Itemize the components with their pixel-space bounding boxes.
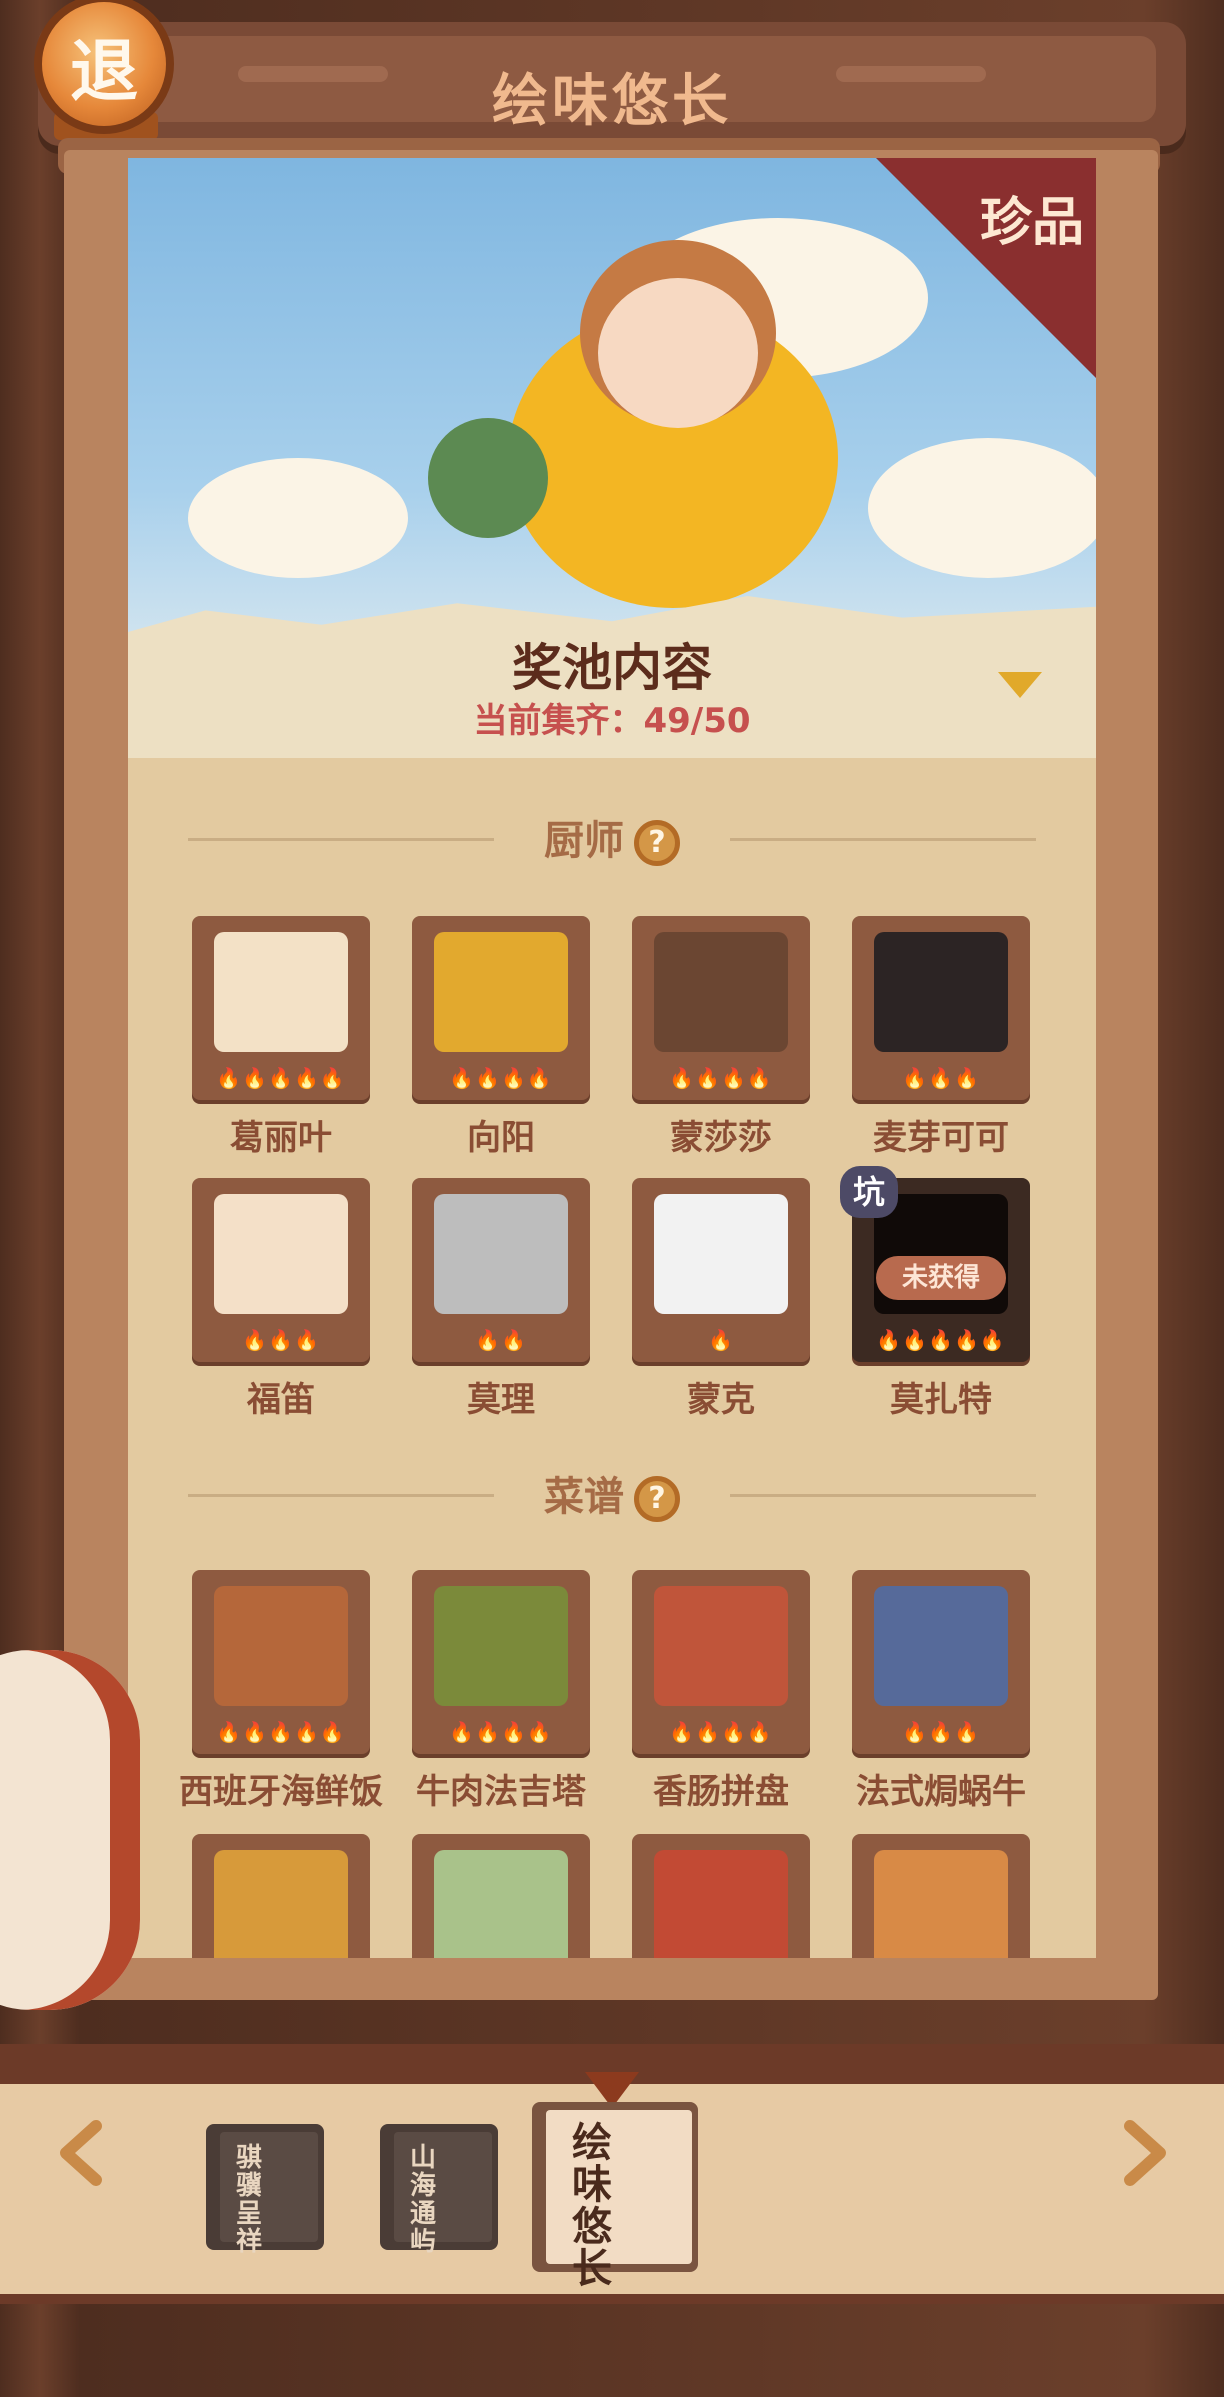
rarity-flames: 🔥🔥🔥🔥 — [669, 1720, 773, 1744]
chef-name: 福笛 — [247, 1380, 315, 1420]
next-arrow-icon[interactable] — [1110, 2120, 1176, 2186]
recipe-dish — [434, 1850, 568, 1958]
recipe-card[interactable]: 🔥🔥🔥🔥 — [412, 1570, 590, 1754]
section-title-chefs: 厨师? — [128, 808, 1096, 866]
help-icon[interactable]: ? — [634, 820, 680, 866]
exit-button[interactable]: 退 — [34, 0, 174, 134]
chef-card[interactable]: 🔥 — [632, 1178, 810, 1362]
recipe-card[interactable]: 🔥🔥🔥🔥 — [632, 1570, 810, 1754]
book-item[interactable]: 骐骥呈祥 — [206, 2124, 324, 2256]
book-title: 山海通屿 — [410, 2143, 437, 2257]
chef-card[interactable]: 🔥🔥🔥🔥🔥 — [192, 916, 370, 1100]
pit-badge: 坑 — [840, 1166, 898, 1218]
chef-card[interactable]: 🔥🔥🔥🔥 — [412, 916, 590, 1100]
section-title-text: 菜谱 — [544, 1474, 624, 1520]
rarity-flames: 🔥🔥🔥🔥🔥 — [216, 1720, 346, 1744]
chef-card[interactable]: 🔥🔥🔥🔥 — [632, 916, 810, 1100]
header-inner: 绘味悠长 — [68, 36, 1156, 134]
chef-name: 向阳 — [467, 1118, 535, 1158]
recipe-card[interactable]: 🔥🔥🔥🔥🔥 — [192, 1570, 370, 1754]
rarity-flames: 🔥🔥🔥 — [902, 1066, 980, 1090]
section-title-text: 厨师 — [544, 818, 624, 864]
header-bar: 绘味悠长 — [38, 22, 1186, 146]
rare-tag-label: 珍品 — [979, 193, 1084, 253]
chef-name: 莫理 — [467, 1380, 535, 1420]
not-obtained-badge: 未获得 — [876, 1256, 1006, 1300]
book-item[interactable]: 山海通屿 — [380, 2124, 498, 2256]
chef-portrait — [654, 1194, 788, 1314]
book-title: 骐骥呈祥 — [236, 2143, 263, 2257]
recipe-dish — [214, 1586, 348, 1706]
rarity-flames: 🔥🔥🔥🔥🔥 — [876, 1328, 1006, 1352]
recipe-card[interactable] — [632, 1834, 810, 1958]
recipe-name: 牛肉法吉塔 — [416, 1772, 586, 1812]
recipe-card[interactable] — [852, 1834, 1030, 1958]
rarity-flames: 🔥🔥🔥🔥🔥 — [216, 1066, 346, 1090]
character-illustration — [598, 278, 758, 428]
rarity-flames: 🔥 — [708, 1328, 734, 1352]
chef-card[interactable]: 🔥🔥🔥 — [852, 916, 1030, 1100]
recipe-dish — [434, 1586, 568, 1706]
chef-portrait — [214, 1194, 348, 1314]
exit-label: 退 — [69, 33, 138, 112]
recipe-card[interactable]: 🔥🔥🔥 — [852, 1570, 1030, 1754]
recipe-dish — [654, 1586, 788, 1706]
prize-pool-panel[interactable]: 珍品 奖池内容 当前集齐：49/50 厨师? 🔥🔥🔥🔥🔥 葛丽叶 🔥🔥🔥🔥 向阳… — [128, 158, 1096, 1958]
section-title-recipes: 菜谱? — [128, 1464, 1096, 1522]
chef-card-locked[interactable]: 未获得 🔥🔥🔥🔥🔥 坑 — [840, 1166, 1030, 1362]
rarity-flames: 🔥🔥🔥🔥 — [449, 1066, 553, 1090]
chef-portrait — [654, 932, 788, 1052]
book-item-selected[interactable]: 绘味悠长 — [532, 2102, 698, 2290]
section-header-chefs: 厨师? — [128, 808, 1096, 868]
prev-arrow-icon[interactable] — [50, 2120, 116, 2186]
collapse-arrow-icon[interactable] — [998, 672, 1042, 698]
rarity-flames: 🔥🔥 — [475, 1328, 527, 1352]
recipe-card[interactable] — [192, 1834, 370, 1958]
recipe-dish — [654, 1850, 788, 1958]
recipe-name: 法式焗蜗牛 — [856, 1772, 1026, 1812]
section-header-recipes: 菜谱? — [128, 1464, 1096, 1524]
recipe-card[interactable] — [412, 1834, 590, 1958]
banner-illustration: 珍品 奖池内容 当前集齐：49/50 — [128, 158, 1096, 758]
recipe-dish — [874, 1850, 1008, 1958]
chef-name: 麦芽可可 — [873, 1118, 1009, 1158]
chef-name: 蒙莎莎 — [670, 1118, 772, 1158]
chef-name: 葛丽叶 — [230, 1118, 332, 1158]
chef-portrait — [434, 932, 568, 1052]
chef-portrait — [874, 932, 1008, 1052]
recipe-dish — [874, 1586, 1008, 1706]
cloud — [868, 438, 1096, 578]
rarity-flames: 🔥🔥🔥🔥 — [449, 1720, 553, 1744]
pool-title: 奖池内容 — [512, 639, 712, 697]
page-title: 绘味悠长 — [492, 69, 732, 134]
chef-portrait — [434, 1194, 568, 1314]
help-icon[interactable]: ? — [634, 1476, 680, 1522]
recipe-name: 西班牙海鲜饭 — [179, 1772, 383, 1812]
cloud — [188, 458, 408, 578]
recipe-dish — [214, 1850, 348, 1958]
chef-name: 莫扎特 — [890, 1380, 992, 1420]
chef-card[interactable]: 🔥🔥🔥 — [192, 1178, 370, 1362]
sunflower-leaf — [428, 418, 548, 538]
brush-decoration — [0, 1650, 140, 2010]
collection-progress: 当前集齐：49/50 — [473, 701, 751, 741]
rarity-flames: 🔥🔥🔥🔥 — [669, 1066, 773, 1090]
recipe-name: 香肠拼盘 — [653, 1772, 789, 1812]
rarity-flames: 🔥🔥🔥 — [242, 1328, 320, 1352]
book-title: 绘味悠长 — [572, 2120, 612, 2292]
chef-portrait — [214, 932, 348, 1052]
chef-name: 蒙克 — [687, 1380, 755, 1420]
chef-card[interactable]: 🔥🔥 — [412, 1178, 590, 1362]
rarity-flames: 🔥🔥🔥 — [902, 1720, 980, 1744]
